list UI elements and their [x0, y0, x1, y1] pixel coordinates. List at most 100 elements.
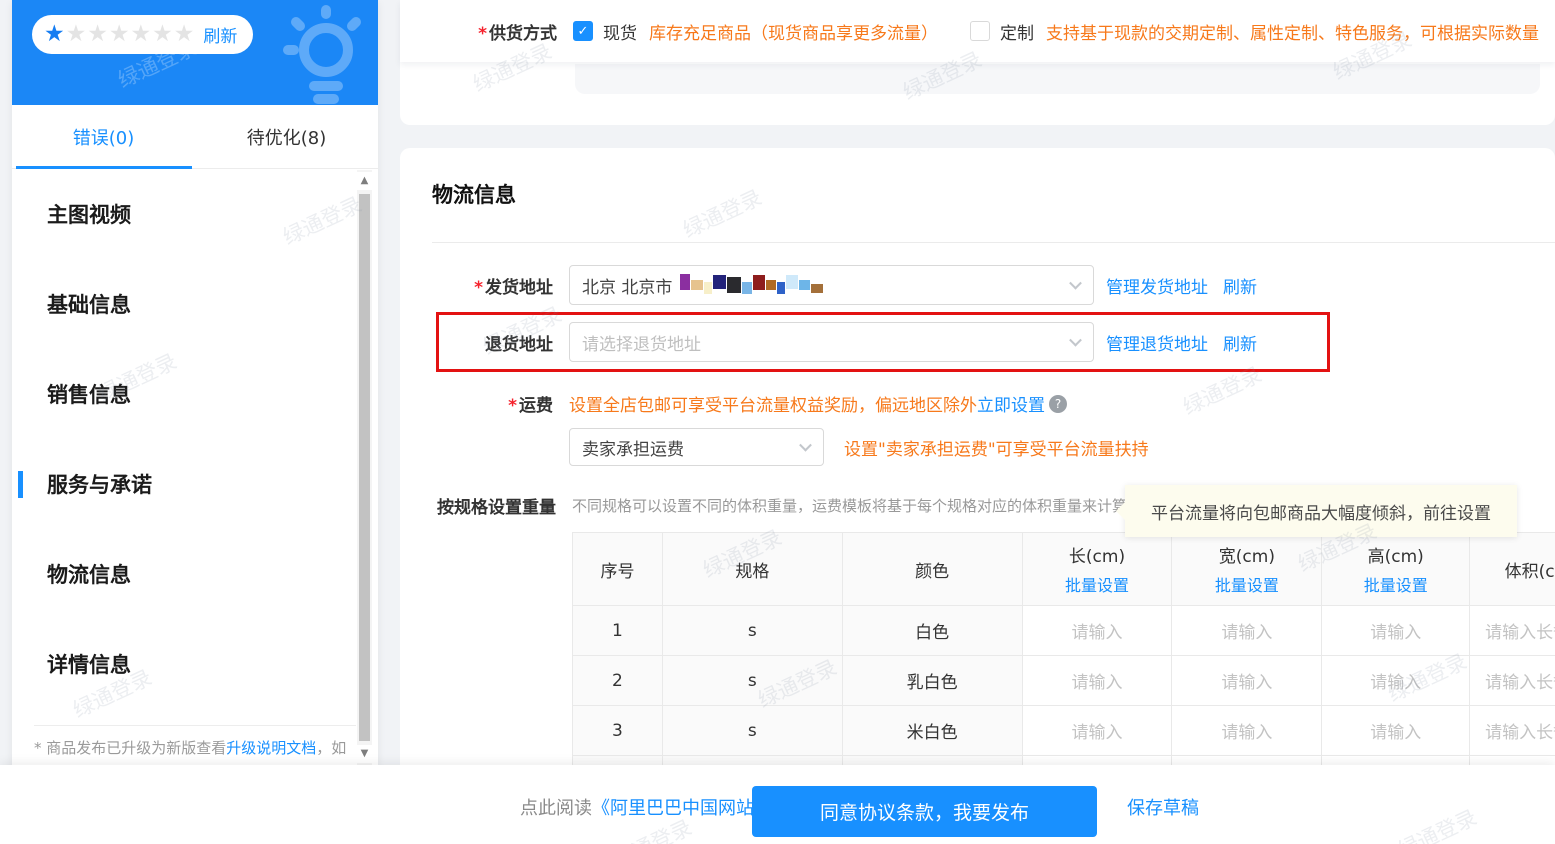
batch-set-link[interactable]: 批量设置	[1215, 572, 1279, 596]
table-header-cell: 体积(cm³)	[1470, 533, 1555, 605]
volume-input[interactable]: 请输入长*宽*高	[1470, 606, 1555, 655]
length-input[interactable]: 请输入	[1023, 706, 1173, 755]
mosaic-block	[777, 282, 785, 294]
sidebar-scrollbar[interactable]: ▲ ▼	[357, 170, 372, 765]
sidebar-item-3[interactable]: 服务与承诺	[12, 439, 378, 529]
rating-stars: ★★★★★★★	[44, 23, 195, 46]
save-draft-link[interactable]: 保存草稿	[1127, 794, 1199, 820]
ship-address-value: 北京 北京市	[582, 273, 672, 298]
spot-checkbox[interactable]: ✓	[573, 21, 593, 41]
required-asterisk: *	[478, 24, 487, 44]
chevron-down-icon	[1069, 334, 1082, 347]
sidebar-item-0[interactable]: 主图视频	[12, 169, 378, 259]
quality-sidebar: ★★★★★★★ 刷新 错误(0) 待优化(8) 主图视频基础信息销售信息服务与承…	[12, 0, 378, 765]
sidebar-item-label: 销售信息	[47, 379, 131, 409]
mosaic-block	[766, 280, 776, 290]
rating-pill: ★★★★★★★ 刷新	[32, 15, 253, 54]
traffic-tooltip: 平台流量将向包邮商品大幅度倾斜，前往设置	[1125, 485, 1517, 537]
sidebar-item-2[interactable]: 销售信息	[12, 349, 378, 439]
freight-row: *运费 设置全店包邮可享受平台流量权益奖励，偏远地区除外 立即设置 ?	[432, 391, 1555, 416]
manage-ship-address-link[interactable]: 管理发货地址	[1106, 273, 1208, 298]
cell-spec: s	[663, 656, 843, 705]
scroll-up-icon[interactable]: ▲	[357, 172, 372, 190]
manage-return-address-link[interactable]: 管理退货地址	[1106, 330, 1208, 355]
mosaic-block	[727, 277, 741, 293]
column-title: 颜色	[915, 557, 949, 582]
tab-errors[interactable]: 错误(0)	[12, 105, 195, 168]
return-address-placeholder: 请选择退货地址	[582, 330, 701, 355]
help-question-icon[interactable]: ?	[1049, 395, 1067, 413]
table-body: 1s白色请输入请输入请输入请输入长*宽*高2s乳白色请输入请输入请输入请输入长*…	[573, 605, 1555, 765]
width-input[interactable]: 请输入	[1172, 606, 1322, 655]
upgrade-doc-link[interactable]: 升级说明文档	[226, 739, 316, 757]
custom-checkbox[interactable]	[970, 21, 990, 41]
star-icon: ★	[44, 23, 65, 46]
ship-address-row: *发货地址 北京 北京市 管理发货地址 刷新	[432, 265, 1555, 305]
weight-label: 按规格设置重量	[432, 493, 556, 518]
weight-desc: 不同规格可以设置不同的体积重量，运费模板将基于每个规格对应的体积重量来计算运费	[572, 493, 1157, 516]
cell-index: 2	[573, 656, 663, 705]
table-header-cell: 序号	[573, 533, 663, 605]
volume-input[interactable]: 请输入长*宽*高	[1470, 656, 1555, 705]
batch-set-link[interactable]: 批量设置	[1065, 572, 1129, 596]
cell-index: 3	[573, 706, 663, 755]
logistics-title: 物流信息	[400, 148, 1555, 209]
cell-index: 1	[573, 606, 663, 655]
section-divider	[432, 242, 1555, 243]
table-row: 2s乳白色请输入请输入请输入请输入长*宽*高	[573, 655, 1555, 705]
supply-row: *供货方式 ✓ 现货 库存充足商品（现货商品享更多流量） 定制 支持基于现款的交…	[400, 0, 1555, 62]
publish-button[interactable]: 同意协议条款，我要发布	[752, 786, 1097, 837]
note-text: * 商品发布已升级为新版查看	[34, 739, 226, 757]
mosaic-block	[786, 275, 798, 289]
volume-input[interactable]: 请输入长*宽*高	[1470, 706, 1555, 755]
column-title: 体积(cm³)	[1505, 557, 1555, 582]
freight-setup-link[interactable]: 立即设置	[977, 391, 1045, 416]
table-header-cell: 高(cm)批量设置	[1322, 533, 1470, 605]
sidebar-tabs: 错误(0) 待优化(8)	[12, 105, 378, 169]
length-input[interactable]: 请输入	[1023, 656, 1173, 705]
custom-desc: 支持基于现款的交期定制、属性定制、特色服务，可根据实际数量	[1046, 19, 1539, 44]
supply-section: *供货方式 ✓ 现货 库存充足商品（现货商品享更多流量） 定制 支持基于现款的交…	[400, 0, 1555, 125]
freight-label: *运费	[432, 391, 553, 416]
tab-optimize[interactable]: 待优化(8)	[195, 105, 378, 168]
table-header-row: 序号规格颜色长(cm)批量设置宽(cm)批量设置高(cm)批量设置体积(cm³)	[573, 533, 1555, 605]
return-address-refresh-link[interactable]: 刷新	[1223, 330, 1257, 355]
width-input[interactable]: 请输入	[1172, 706, 1322, 755]
sidebar-item-5[interactable]: 详情信息	[12, 619, 378, 709]
rating-refresh-link[interactable]: 刷新	[203, 22, 237, 47]
height-input[interactable]: 请输入	[1322, 606, 1470, 655]
height-input[interactable]: 请输入	[1322, 656, 1470, 705]
table-header-cell: 长(cm)批量设置	[1023, 533, 1173, 605]
required-asterisk: *	[474, 278, 483, 298]
batch-set-link[interactable]: 批量设置	[1364, 572, 1428, 596]
star-icon: ★	[66, 23, 87, 46]
custom-label: 定制	[1000, 19, 1034, 44]
height-input[interactable]: 请输入	[1322, 756, 1470, 765]
mosaic-block	[713, 275, 726, 289]
length-input[interactable]: 请输入	[1023, 756, 1173, 765]
return-address-highlight-box: 退货地址 请选择退货地址 管理退货地址 刷新	[436, 312, 1330, 372]
scroll-down-icon[interactable]: ▼	[357, 745, 372, 763]
volume-input[interactable]: 请输入长*宽*高	[1470, 756, 1555, 765]
height-input[interactable]: 请输入	[1322, 706, 1470, 755]
table-header-cell: 颜色	[843, 533, 1023, 605]
table-row: 4x白色请输入请输入请输入请输入长*宽*高	[573, 755, 1555, 765]
scrollbar-thumb[interactable]	[359, 194, 370, 741]
previous-section-input-bottom	[575, 64, 1540, 94]
return-address-select[interactable]: 请选择退货地址	[569, 322, 1094, 362]
star-icon: ★	[152, 23, 173, 46]
width-input[interactable]: 请输入	[1172, 756, 1322, 765]
sidebar-item-label: 物流信息	[47, 559, 131, 589]
cell-index: 4	[573, 756, 663, 765]
mosaic-block	[691, 280, 703, 290]
freight-bearer-select[interactable]: 卖家承担运费	[569, 428, 824, 466]
sidebar-menu: 主图视频基础信息销售信息服务与承诺物流信息详情信息	[12, 169, 378, 709]
length-input[interactable]: 请输入	[1023, 606, 1173, 655]
ship-address-refresh-link[interactable]: 刷新	[1223, 273, 1257, 298]
cell-color: 乳白色	[843, 656, 1023, 705]
ship-address-select[interactable]: 北京 北京市	[569, 265, 1094, 305]
sidebar-item-4[interactable]: 物流信息	[12, 529, 378, 619]
star-icon: ★	[174, 23, 195, 46]
sidebar-item-1[interactable]: 基础信息	[12, 259, 378, 349]
width-input[interactable]: 请输入	[1172, 656, 1322, 705]
